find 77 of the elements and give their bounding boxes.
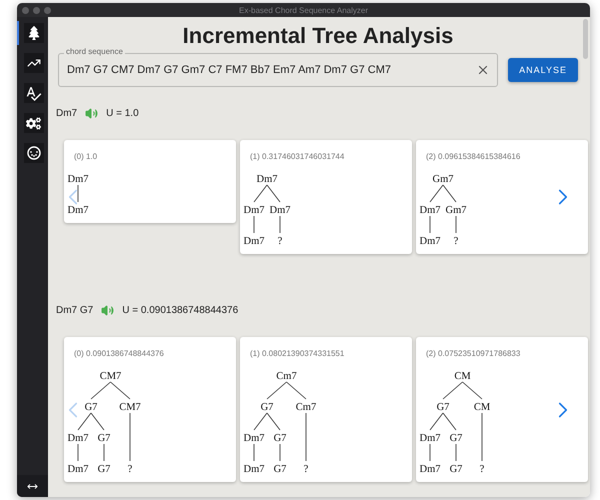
chord-label: Cm7 [296,402,316,413]
chord-label: G7 [450,433,462,444]
chord-label: G7 [450,464,462,475]
chord-label: Dm7 [244,236,264,247]
tree-icon [26,26,40,40]
field-label: chord sequence [64,47,125,56]
zoom-window-button[interactable] [44,6,51,14]
chord-label: Dm7 [420,433,440,444]
utility-value: U = 0.0901386748844376 [122,305,238,316]
chord-label: Dm7 [244,464,264,475]
chord-label: G7 [274,433,286,444]
chord-label: Gm7 [446,205,466,216]
tree-edge [90,382,111,400]
chord-label: G7 [436,402,450,413]
tree-edge [266,412,280,430]
play-sound-icon[interactable] [101,304,114,317]
tree-edge [90,412,104,430]
tree-edge [462,382,482,400]
play-sound-icon[interactable] [85,107,98,120]
chord-label: G7 [260,402,274,413]
tree-edge [110,382,130,400]
close-window-button[interactable] [22,6,29,14]
chord-prefix: Dm7 G7 [56,305,94,316]
tree-edge [254,412,268,430]
utility-value: U = 1.0 [106,108,139,119]
scrollbar-thumb[interactable] [583,19,588,59]
window-title: Ex-based Chord Sequence Analyzer [238,6,369,14]
tree-edge [442,382,463,400]
chord-label: Cm7 [276,371,297,382]
chord-label: G7 [98,433,110,444]
chord-label: CM [474,402,490,413]
gears-icon [26,116,41,130]
chord-label: Gm7 [432,174,454,185]
tree-caption: (1) 0.08021390374331551 [249,349,346,358]
chord-label: Dm7 [68,205,88,216]
tree-caption: (2) 0.09615384615384616 [425,152,522,161]
chord-label: Dm7 [68,174,88,185]
chord-label: CM7 [100,371,122,382]
chord-label: G7 [84,402,98,413]
chord-label: Dm7 [68,433,88,444]
chord-label: G7 [274,464,286,475]
chord-label: Dm7 [244,205,264,216]
page-heading: Incremental Tree Analysis [182,23,454,49]
spellcheck-icon [25,84,42,102]
tree-edge [266,184,280,202]
minimize-window-button[interactable] [33,6,40,14]
chord-label: G7 [98,464,110,475]
tree-edge [254,184,268,202]
chord-label: ? [278,236,282,247]
chord-label: Dm7 [68,464,88,475]
chord-label: Dm7 [420,205,440,216]
chord-label: CM [454,371,471,382]
chord-label: Dm7 [420,464,440,475]
chord-label: Dm7 [256,174,278,185]
midi-connector-icon [26,146,40,160]
tree-caption: (1) 0.31746031746031744 [249,152,346,161]
tree-edge [286,382,306,400]
chord-label: Dm7 [420,236,440,247]
chord-label: Dm7 [244,433,264,444]
analyse-button[interactable]: ANALYSE [508,58,578,82]
chord-label: ? [480,464,484,475]
tree-edge [430,184,444,202]
chord-label: ? [128,464,132,475]
chord-label: CM7 [119,402,141,413]
tree-edge [266,382,287,400]
tree-caption: (0) 0.0901386748844376 [73,349,165,358]
expand-sidebar-button[interactable] [17,475,48,497]
tree-edge [78,412,92,430]
chord-label: Dm7 [270,205,290,216]
tree-edge [430,412,444,430]
tree-edge [442,184,456,202]
tree-caption: (0) 1.0 [73,152,98,161]
tree-caption: (2) 0.07523510971786833 [425,349,522,358]
chord-label: ? [304,464,308,475]
chord-prefix: Dm7 [56,108,78,119]
tree-edge [442,412,456,430]
chord-label: ? [454,236,458,247]
